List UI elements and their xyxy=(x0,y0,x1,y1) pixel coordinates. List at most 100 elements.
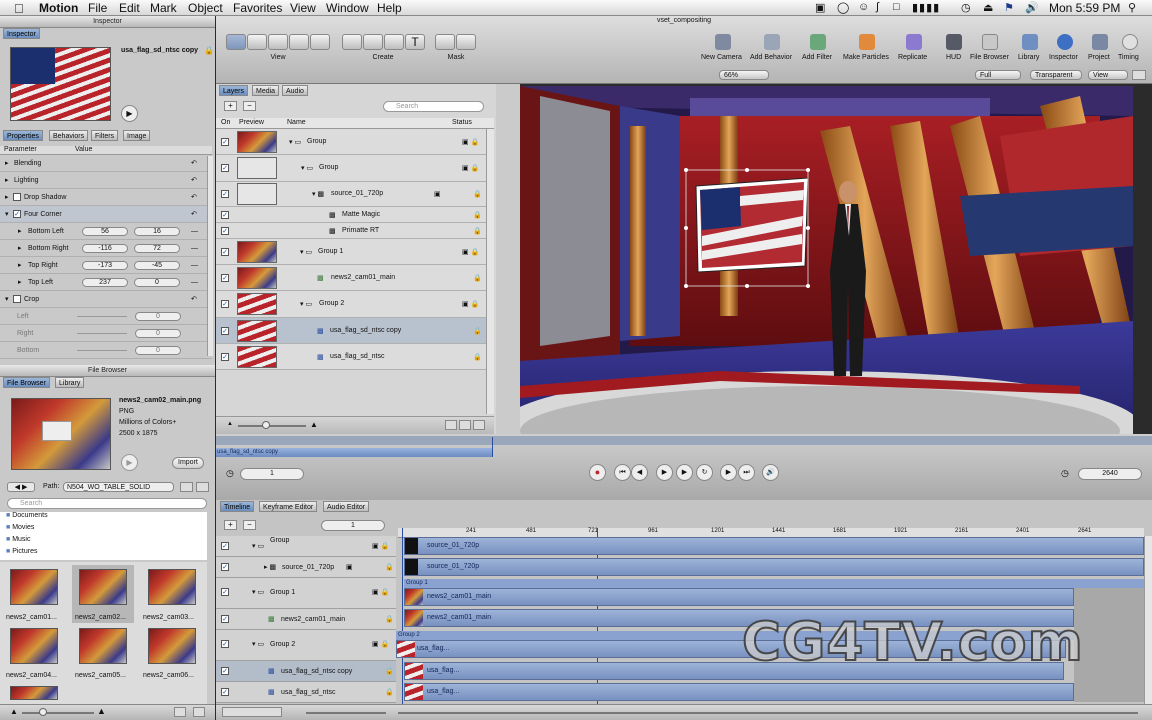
timeline-zoom-track[interactable] xyxy=(398,712,1138,714)
bottom-left-x[interactable]: 56 xyxy=(82,227,128,236)
tab-filters[interactable]: Filters xyxy=(91,130,119,141)
folder-pictures[interactable]: ■ Pictures xyxy=(6,548,37,555)
crop-left-value[interactable]: 0 xyxy=(135,312,181,321)
sync-icon[interactable]: ◯ xyxy=(837,1,849,14)
timeline-track[interactable]: ✓ ▩ news2_cam01_main 🔒 xyxy=(216,609,396,630)
menu-object[interactable]: Object xyxy=(188,1,223,15)
paint-tool-icon[interactable] xyxy=(384,34,404,50)
tab-image[interactable]: Image xyxy=(123,130,151,141)
timeline-track[interactable]: ✓ ▾ ▭ Group ▣ 🔒 xyxy=(216,536,396,557)
rectangle-tool-icon[interactable] xyxy=(342,34,362,50)
reset-icon[interactable]: ↶ xyxy=(191,155,197,172)
tab-inspector[interactable]: Inspector xyxy=(3,28,40,39)
filebrowser-search-input[interactable]: Search xyxy=(7,498,207,509)
mini-playhead[interactable] xyxy=(492,437,493,457)
zoom-tool-icon[interactable] xyxy=(289,34,309,50)
icon-view-icon[interactable] xyxy=(196,482,209,492)
top-left-y[interactable]: 0 xyxy=(134,278,180,287)
path-select[interactable]: N504_WO_TABLE_SOLID xyxy=(63,482,174,492)
orbit-tool-icon[interactable] xyxy=(310,34,330,50)
tab-timeline[interactable]: Timeline xyxy=(220,501,255,512)
add-filter-button[interactable]: Add Filter xyxy=(802,54,832,61)
reset-icon[interactable]: ↶ xyxy=(191,206,197,223)
layer-row[interactable]: ✓ ▾ ▭ Group ▣ 🔒 xyxy=(216,129,486,155)
tab-file-browser[interactable]: File Browser xyxy=(3,377,50,388)
go-end-button[interactable]: ⏭ xyxy=(738,464,755,481)
canvas[interactable] xyxy=(520,86,1133,434)
crop-right-value[interactable]: 0 xyxy=(135,329,181,338)
file-browser-button[interactable]: File Browser xyxy=(970,54,1009,61)
list-view-icon[interactable] xyxy=(180,482,193,492)
hand-tool-icon[interactable] xyxy=(268,34,288,50)
timing-button[interactable]: Timing xyxy=(1118,54,1139,61)
timeline-view-buttons[interactable] xyxy=(222,707,282,717)
inspector-button[interactable]: Inspector xyxy=(1049,54,1078,61)
tab-properties[interactable]: Properties xyxy=(3,130,43,141)
layer-row[interactable]: ✓ ▾ ▭ Group 1 ▣ 🔒 xyxy=(216,239,486,265)
menu-view[interactable]: View xyxy=(290,1,316,15)
clip-bar[interactable]: usa_flag... xyxy=(404,683,1074,701)
file-thumb[interactable] xyxy=(10,686,58,700)
eject-icon[interactable]: ⏏ xyxy=(983,1,993,14)
remove-layer-button[interactable]: − xyxy=(243,101,256,111)
start-frame-field[interactable]: 1 xyxy=(240,468,304,480)
reset-icon[interactable]: ↶ xyxy=(191,291,197,308)
inspector-icon[interactable] xyxy=(1057,34,1073,50)
layers-action-icon[interactable] xyxy=(445,420,457,430)
timeline-scrollbar[interactable] xyxy=(1144,536,1152,706)
tab-layers[interactable]: Layers xyxy=(219,85,249,96)
top-right-x[interactable]: -173 xyxy=(82,261,128,270)
param-crop[interactable]: ▾ Crop ↶ xyxy=(0,291,212,308)
timeline-add-button[interactable]: + xyxy=(224,520,237,530)
timeline-track[interactable]: ✓ ▾ ▭ Group 2 ▣ 🔒 xyxy=(216,630,396,661)
tab-media[interactable]: Media xyxy=(252,85,280,96)
tab-audio-editor[interactable]: Audio Editor xyxy=(323,501,370,512)
hud-icon[interactable] xyxy=(946,34,962,50)
layer-row[interactable]: ✓ ▾ ▭ Group ▣ 🔒 xyxy=(216,155,486,182)
library-icon[interactable] xyxy=(1022,34,1038,50)
filebrowser-play-icon[interactable]: ▶ xyxy=(121,454,138,471)
clip-bar[interactable]: source_01_720p xyxy=(404,558,1144,576)
apple-icon[interactable]:  xyxy=(14,1,24,16)
top-left-x[interactable]: 237 xyxy=(82,278,128,287)
view-layout-icon[interactable] xyxy=(1132,70,1146,80)
zoom-select[interactable]: 66% xyxy=(719,70,769,80)
param-blending[interactable]: ▸ Blending ↶ xyxy=(0,155,212,172)
splitter[interactable] xyxy=(496,84,520,434)
timemachine-icon[interactable]: ◷ xyxy=(961,1,971,14)
mini-timeline-clip[interactable]: usa_flag_sd_ntsc copy xyxy=(216,448,492,457)
reset-icon[interactable]: ↶ xyxy=(191,172,197,189)
project-icon[interactable] xyxy=(1092,34,1108,50)
volume-icon[interactable]: 🔊 xyxy=(1025,1,1039,14)
timeline-track[interactable]: ✓ ▾ ▭ Group 1 ▣ 🔒 xyxy=(216,578,396,609)
bluetooth-icon[interactable]: ∫ xyxy=(876,1,879,13)
clip-bar[interactable]: news2_cam01_main xyxy=(404,588,1074,606)
param-four-corner[interactable]: ▾ ✓ Four Corner ↶ xyxy=(0,206,212,223)
file-thumb[interactable] xyxy=(10,569,58,605)
layers-scrollbar[interactable] xyxy=(486,129,494,414)
add-layer-button[interactable]: + xyxy=(224,101,237,111)
add-filter-icon[interactable] xyxy=(810,34,826,50)
select-tool-icon[interactable] xyxy=(226,34,246,50)
tab-behaviors[interactable]: Behaviors xyxy=(49,130,89,141)
record-button[interactable]: ● xyxy=(589,464,606,481)
tab-library[interactable]: Library xyxy=(55,377,85,388)
file-thumb[interactable] xyxy=(79,628,127,664)
add-behavior-button[interactable]: Add Behavior xyxy=(750,54,792,61)
mini-timeline[interactable] xyxy=(216,436,1152,445)
menu-file[interactable]: File xyxy=(88,1,107,15)
thumb-size-slider[interactable] xyxy=(262,421,270,429)
menu-app[interactable]: Motion xyxy=(39,1,78,15)
timeline-frame-field[interactable]: 1 xyxy=(321,520,385,531)
timing-icon[interactable] xyxy=(1122,34,1138,50)
flag-icon[interactable]: ⚑ xyxy=(1004,1,1014,14)
folder-movies[interactable]: ■ Movies xyxy=(6,524,34,531)
background-select[interactable]: Transparent xyxy=(1030,70,1082,80)
inspector-scrollbar[interactable] xyxy=(207,156,213,356)
crop-bottom-value[interactable]: 0 xyxy=(135,346,181,355)
menu-mark[interactable]: Mark xyxy=(150,1,177,15)
tab-keyframe-editor[interactable]: Keyframe Editor xyxy=(259,501,318,512)
loop-button[interactable]: ↻ xyxy=(696,464,713,481)
spotlight-icon[interactable]: ⚲ xyxy=(1128,1,1136,14)
replicate-icon[interactable] xyxy=(906,34,922,50)
